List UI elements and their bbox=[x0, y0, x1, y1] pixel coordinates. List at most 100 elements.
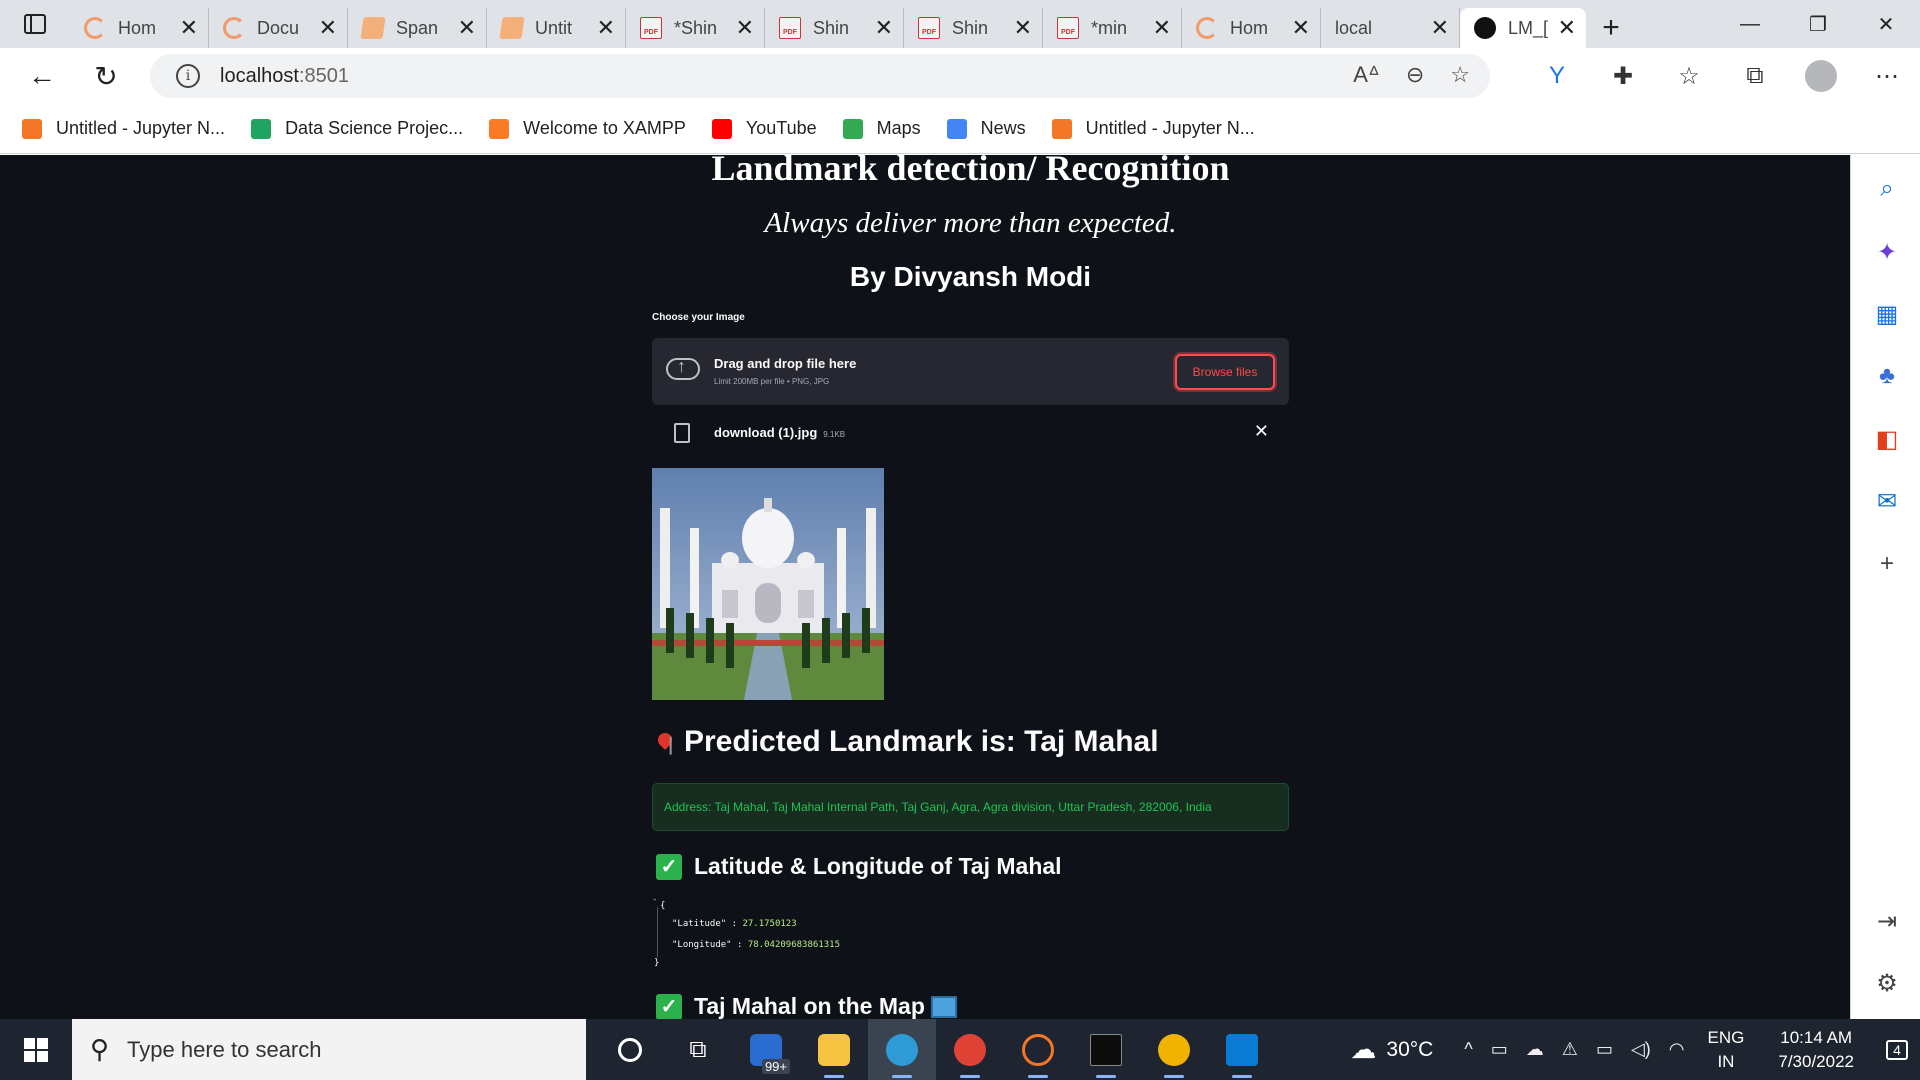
prediction-heading: Predicted Landmark is: Taj Mahal bbox=[652, 725, 1159, 759]
chrome-app-2[interactable] bbox=[1140, 1019, 1208, 1080]
office-icon[interactable]: ◧ bbox=[1873, 425, 1901, 453]
outlook-icon[interactable]: ✉ bbox=[1873, 487, 1901, 515]
browser-tab[interactable]: *min ✕ bbox=[1043, 8, 1182, 48]
mail-app[interactable]: 99+ bbox=[732, 1019, 800, 1080]
streamlit-icon bbox=[1474, 17, 1496, 39]
browser-tab[interactable]: Docu ✕ bbox=[209, 8, 348, 48]
minimize-button[interactable]: — bbox=[1716, 0, 1784, 48]
spinner-icon bbox=[1196, 17, 1218, 39]
close-tab-icon[interactable]: ✕ bbox=[1153, 15, 1171, 41]
onedrive-icon[interactable]: ☁ bbox=[1526, 1039, 1544, 1060]
close-tab-icon[interactable]: ✕ bbox=[180, 15, 198, 41]
bookmark-favicon-icon bbox=[711, 118, 732, 139]
restore-button[interactable]: ❐ bbox=[1784, 0, 1852, 48]
jupyter-app[interactable] bbox=[1004, 1019, 1072, 1080]
close-tab-icon[interactable]: ✕ bbox=[875, 15, 893, 41]
vscode-app[interactable] bbox=[1208, 1019, 1276, 1080]
file-dropzone[interactable]: Drag and drop file here Limit 200MB per … bbox=[652, 338, 1289, 405]
collections-icon[interactable]: ⧉ bbox=[1722, 48, 1788, 104]
bookmark-item[interactable]: Maps bbox=[842, 118, 921, 139]
add-favorite-icon[interactable]: ☆ bbox=[1450, 62, 1470, 88]
notification-center-button[interactable]: 4 bbox=[1874, 1019, 1920, 1080]
terminal-app[interactable] bbox=[1072, 1019, 1140, 1080]
browser-tab[interactable]: Untit ✕ bbox=[487, 8, 626, 48]
battery-icon[interactable]: ▭ bbox=[1596, 1039, 1613, 1060]
task-view-button[interactable]: ⧉ bbox=[664, 1019, 732, 1080]
close-tab-icon[interactable]: ✕ bbox=[1014, 15, 1032, 41]
remove-file-button[interactable]: ✕ bbox=[1254, 421, 1269, 442]
terminal-icon bbox=[1090, 1033, 1122, 1066]
chevron-up-icon[interactable]: ^ bbox=[1464, 1039, 1472, 1060]
taskbar-search[interactable]: ⚲ Type here to search bbox=[72, 1019, 586, 1080]
hide-sidebar-icon[interactable]: ⇥ bbox=[1873, 907, 1901, 935]
profile-avatar[interactable] bbox=[1805, 60, 1837, 92]
close-window-button[interactable]: ✕ bbox=[1852, 0, 1920, 48]
browser-tab[interactable]: Hom ✕ bbox=[70, 8, 209, 48]
settings-more-icon[interactable]: ⋯ bbox=[1854, 48, 1920, 104]
world-map-icon bbox=[930, 995, 957, 1018]
bookmark-item[interactable]: Data Science Projec... bbox=[251, 118, 463, 139]
browser-tab[interactable]: LM_[✕ bbox=[1460, 8, 1586, 48]
bookmark-item[interactable]: YouTube bbox=[711, 118, 817, 139]
discover-sparkle-icon[interactable]: ✦ bbox=[1873, 238, 1901, 266]
edge-app[interactable] bbox=[868, 1019, 936, 1080]
wifi-icon[interactable]: ◠ bbox=[1669, 1039, 1685, 1060]
bookmark-item[interactable]: News bbox=[946, 118, 1026, 139]
file-explorer-app[interactable] bbox=[800, 1019, 868, 1080]
app-subtitle: Always deliver more than expected. bbox=[764, 207, 1177, 239]
json-open-brace: { bbox=[660, 901, 666, 911]
search-icon[interactable]: ⌕ bbox=[1873, 175, 1901, 203]
pdf-icon bbox=[640, 17, 662, 39]
zoom-icon[interactable]: ⊖ bbox=[1406, 62, 1424, 88]
tab-actions-icon bbox=[24, 14, 46, 34]
bookmark-favicon-icon bbox=[489, 118, 510, 139]
file-icon bbox=[674, 423, 690, 443]
extension-y-icon[interactable]: Y bbox=[1524, 48, 1590, 104]
bookmark-label: YouTube bbox=[745, 118, 817, 138]
close-tab-icon[interactable]: ✕ bbox=[458, 15, 476, 41]
meet-now-icon[interactable]: ▭ bbox=[1491, 1039, 1508, 1060]
close-tab-icon[interactable]: ✕ bbox=[1558, 15, 1576, 41]
coords-heading: ✓ Latitude & Longitude of Taj Mahal bbox=[652, 853, 1062, 880]
security-icon[interactable]: ⚠ bbox=[1562, 1039, 1578, 1060]
back-button[interactable]: ← bbox=[14, 48, 70, 104]
uploaded-image-taj-mahal bbox=[652, 468, 884, 700]
browser-tab[interactable]: Shin ✕ bbox=[765, 8, 904, 48]
new-tab-button[interactable]: + bbox=[1586, 8, 1636, 48]
read-aloud-icon[interactable]: A͏ᐞ bbox=[1353, 62, 1380, 88]
refresh-button[interactable]: ↻ bbox=[78, 48, 134, 104]
add-sidebar-icon[interactable]: + bbox=[1873, 550, 1901, 578]
start-button[interactable] bbox=[0, 1019, 72, 1080]
close-tab-icon[interactable]: ✕ bbox=[736, 15, 754, 41]
browser-tab[interactable]: Hom ✕ bbox=[1182, 8, 1321, 48]
tools-icon[interactable]: ▦ bbox=[1873, 300, 1901, 328]
volume-icon[interactable]: ◁) bbox=[1631, 1039, 1651, 1060]
sidebar-settings-icon[interactable]: ⚙ bbox=[1873, 969, 1901, 997]
close-tab-icon[interactable]: ✕ bbox=[597, 15, 615, 41]
browser-tab[interactable]: *Shin ✕ bbox=[626, 8, 765, 48]
bookmark-item[interactable]: Welcome to XAMPP bbox=[489, 118, 686, 139]
close-tab-icon[interactable]: ✕ bbox=[1292, 15, 1310, 41]
browse-files-button[interactable]: Browse files bbox=[1175, 354, 1275, 390]
address-bar[interactable]: i localhost:8501 A͏ᐞ ⊖ ☆ bbox=[150, 54, 1490, 98]
games-icon[interactable]: ♣ bbox=[1873, 362, 1901, 390]
close-tab-icon[interactable]: ✕ bbox=[319, 15, 337, 41]
tab-actions-button[interactable] bbox=[0, 0, 70, 48]
browser-tab[interactable]: local ✕ bbox=[0, 8, 1460, 177]
check-mark-icon: ✓ bbox=[656, 993, 682, 1019]
extensions-icon[interactable]: ✚ bbox=[1590, 48, 1656, 104]
bookmark-item[interactable]: Untitled - Jupyter N... bbox=[22, 118, 225, 139]
site-info-icon[interactable]: i bbox=[176, 64, 200, 88]
chrome-app-1[interactable] bbox=[936, 1019, 1004, 1080]
close-tab-icon[interactable]: ✕ bbox=[1431, 15, 1449, 41]
pdf-icon bbox=[918, 17, 940, 39]
browser-tab[interactable]: Span ✕ bbox=[348, 8, 487, 48]
cortana-button[interactable] bbox=[596, 1019, 664, 1080]
weather-widget[interactable]: ☁ 30°C bbox=[1350, 1034, 1433, 1065]
bookmark-favicon-icon bbox=[251, 118, 272, 139]
favorites-icon[interactable]: ☆ bbox=[1656, 48, 1722, 104]
language-indicator[interactable]: ENG IN bbox=[1708, 1026, 1745, 1074]
browser-tab[interactable]: Shin ✕ bbox=[904, 8, 1043, 48]
clock[interactable]: 10:14 AM 7/30/2022 bbox=[1778, 1026, 1854, 1074]
bookmark-item[interactable]: Untitled - Jupyter N... bbox=[1051, 118, 1255, 139]
